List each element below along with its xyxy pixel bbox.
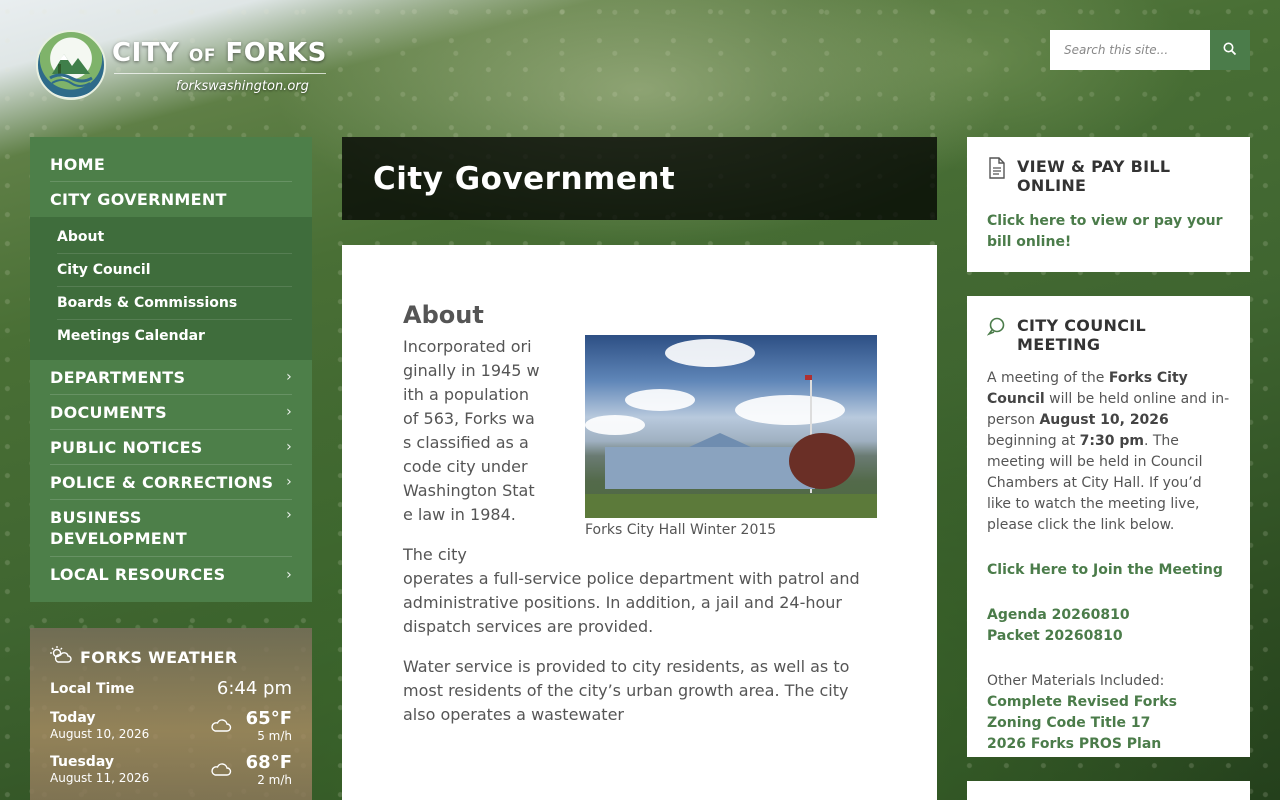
forecast-day-name: Tuesday [50, 754, 114, 770]
nav-label: PUBLIC NOTICES [50, 437, 203, 457]
weather-title: FORKS WEATHER [80, 647, 238, 667]
zoning-code-link[interactable]: Complete Revised Forks Zoning Code Title… [987, 692, 1187, 734]
nav-label: BUSINESS DEVELOPMENT [50, 508, 187, 548]
site-search [1050, 30, 1250, 70]
nav-item-documents[interactable]: DOCUMENTS › [50, 395, 292, 430]
logo-url: forkswashington.org [176, 79, 309, 94]
council-meeting-card: CITY COUNCIL MEETING A meeting of the Fo… [967, 296, 1250, 757]
council-meeting-header: CITY COUNCIL MEETING [986, 316, 1230, 354]
nav-item-police-corrections[interactable]: POLICE & CORRECTIONS › [50, 465, 292, 500]
chevron-right-icon: › [286, 507, 292, 523]
about-paragraph: Water service is provided to city reside… [403, 657, 850, 724]
logo-divider [114, 73, 326, 74]
sidebar-card-next [967, 781, 1250, 800]
pay-bill-title: VIEW & PAY BILL ONLINE [1017, 157, 1171, 195]
chevron-right-icon: › [286, 404, 292, 420]
about-paragraph: The city operates a full-service police … [403, 545, 860, 636]
city-hall-figure: Forks City Hall Winter 2015 [585, 335, 877, 538]
page-title-bar: City Government [342, 137, 937, 220]
meeting-description: A meeting of the Forks City Council will… [987, 370, 1230, 533]
pay-bill-card: VIEW & PAY BILL ONLINE Click here to vie… [967, 137, 1250, 272]
packet-link[interactable]: Packet 20260810 [987, 626, 1230, 647]
subnav-item-about[interactable]: About [57, 221, 292, 254]
forecast-wind: 2 m/h [257, 773, 292, 787]
subnav-item-boards-commissions[interactable]: Boards & Commissions [57, 287, 292, 320]
main-content: About Forks City Hall Winter 2015 Incorp… [342, 245, 937, 800]
pay-bill-link[interactable]: Click here to view or pay your bill onli… [987, 211, 1230, 253]
subnav-item-meetings-calendar[interactable]: Meetings Calendar [57, 320, 292, 352]
chevron-right-icon: › [286, 439, 292, 455]
site-logo[interactable]: CITY OF FORKS forkswashington.org [36, 30, 328, 102]
cloud-icon [210, 761, 232, 780]
other-materials-label: Other Materials Included: [987, 673, 1165, 689]
nav-item-home[interactable]: HOME [50, 147, 292, 182]
weather-header: FORKS WEATHER [50, 646, 292, 668]
local-time-row: Local Time 6:44 pm [50, 678, 292, 699]
search-button[interactable] [1210, 30, 1250, 70]
local-time-value: 6:44 pm [216, 678, 292, 699]
forecast-day: Tuesday August 11, 2026 68°F 2 m/h [50, 752, 292, 788]
forecast-day-date: August 10, 2026 [50, 727, 150, 741]
nav-item-city-government[interactable]: CITY GOVERNMENT [30, 182, 312, 217]
weather-sun-cloud-icon [50, 646, 72, 668]
nav-label: HOME [50, 154, 106, 174]
nav-label: CITY GOVERNMENT [50, 190, 227, 209]
nav-label: POLICE & CORRECTIONS [50, 472, 274, 492]
council-meeting-title: CITY COUNCIL MEETING [1017, 316, 1146, 354]
subnav-item-city-council[interactable]: City Council [57, 254, 292, 287]
forecast-day-date: August 11, 2026 [50, 771, 150, 785]
photo-caption: Forks City Hall Winter 2015 [585, 522, 777, 538]
city-seal-icon [36, 30, 106, 100]
section-heading: About [403, 301, 484, 329]
search-input[interactable] [1050, 30, 1210, 70]
forecast-day: Today August 10, 2026 65°F 5 m/h [50, 708, 292, 744]
forecast-wind: 5 m/h [257, 729, 292, 743]
forecast-temp: 65°F [245, 708, 292, 729]
nav-label: DOCUMENTS [50, 402, 167, 422]
local-time-label: Local Time [50, 680, 135, 697]
subnav: About City Council Boards & Commissions … [30, 217, 312, 360]
chevron-right-icon: › [286, 566, 292, 583]
agenda-link[interactable]: Agenda 20260810 [987, 605, 1230, 626]
nav-section-city-government: CITY GOVERNMENT About City Council Board… [30, 182, 312, 360]
city-hall-photo[interactable] [585, 335, 877, 518]
forecast-day-name: Today [50, 710, 96, 726]
cloud-icon [210, 717, 232, 736]
nav-item-public-notices[interactable]: PUBLIC NOTICES › [50, 430, 292, 465]
nav-item-local-resources[interactable]: LOCAL RESOURCES › [50, 557, 292, 592]
join-meeting-link[interactable]: Click Here to Join the Meeting [987, 560, 1230, 581]
meeting-chat-icon [986, 316, 1007, 340]
search-icon [1223, 42, 1237, 59]
nav-item-departments[interactable]: DEPARTMENTS › [50, 360, 292, 395]
pros-plan-link[interactable]: 2026 Forks PROS Plan [987, 734, 1230, 755]
weather-widget: FORKS WEATHER Local Time 6:44 pm Today A… [30, 628, 312, 800]
nav-label: LOCAL RESOURCES [50, 565, 226, 584]
logo-title: CITY OF FORKS [112, 38, 327, 68]
document-icon [987, 157, 1007, 183]
pay-bill-header: VIEW & PAY BILL ONLINE [987, 157, 1230, 195]
page-title: City Government [373, 160, 676, 197]
forecast-temp: 68°F [245, 752, 292, 773]
nav-item-business-development[interactable]: BUSINESS DEVELOPMENT › [50, 500, 292, 557]
chevron-right-icon: › [286, 474, 292, 490]
chevron-right-icon: › [286, 369, 292, 385]
main-navigation: HOME CITY GOVERNMENT About City Council … [30, 137, 312, 602]
nav-label: DEPARTMENTS [50, 367, 186, 387]
